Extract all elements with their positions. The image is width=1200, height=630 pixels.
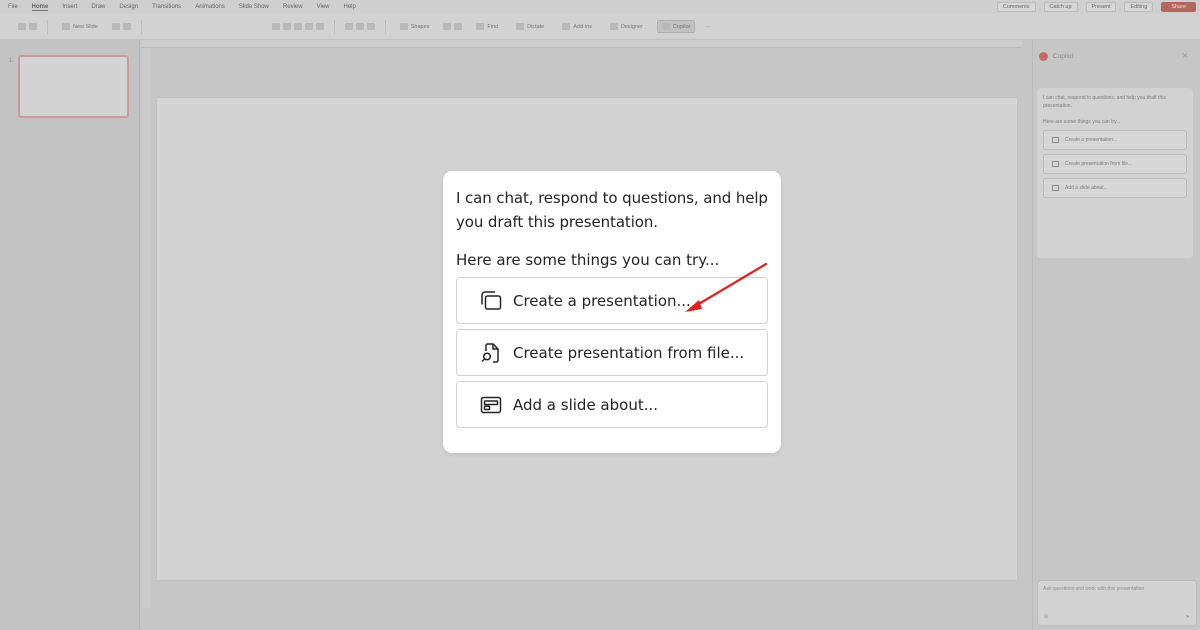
shapes-icon [399,23,408,30]
ribbon-divider [384,19,386,34]
pane-suggestion-label: Add a slide about... [1065,185,1108,191]
find-icon [476,23,485,30]
tab-design[interactable]: Design [119,4,138,10]
copilot-intro-text: I can chat, respond to questions, and he… [1043,95,1166,109]
pane-suggestion-label: Create presentation from file... [1065,161,1133,167]
suggestion-label: Create a presentation... [513,291,691,310]
tab-view[interactable]: View [317,4,330,10]
more-options-icon[interactable]: ··· [705,24,711,30]
file-search-icon [1052,161,1059,167]
vertical-ruler [142,48,150,608]
copilot-ribbon-button[interactable]: Copilot [656,20,696,33]
horizontal-ruler [142,40,1022,48]
ribbon-divider [140,19,142,34]
add-ins-button[interactable]: Add-ins [558,21,596,32]
close-icon[interactable]: ✕ [1182,52,1188,60]
chat-input-toolbar: ⊞ ➤ [1044,614,1190,620]
tab-slide-show[interactable]: Slide Show [239,4,269,10]
catch-up-button[interactable]: Catch up [1043,2,1078,12]
highlight-icon[interactable] [304,23,313,30]
slide-layout-icon [1052,185,1059,191]
tab-draw[interactable]: Draw [91,4,105,10]
clipboard-icon[interactable] [29,23,37,30]
slide-thumbnail-pane: 1 [0,40,140,630]
slide-layout-icon [478,392,504,418]
font-color-icon[interactable] [315,23,324,30]
arrange-icon[interactable] [443,23,452,30]
designer-label: Designer [620,23,643,30]
ribbon-divider [47,19,48,34]
callout-intro-text: I can chat, respond to questions, and he… [456,189,768,231]
copilot-icon [661,23,670,30]
copilot-pane: Copilot ✕ I can chat, respond to questio… [1032,40,1200,630]
slide-thumbnail[interactable] [18,55,129,118]
file-search-icon [478,340,504,366]
tab-home[interactable]: Home [31,4,49,11]
comments-button[interactable]: Comments [996,2,1036,12]
italic-icon[interactable] [282,23,291,30]
send-icon[interactable]: ➤ [1186,614,1190,620]
new-slide-label: New Slide [73,23,98,30]
bold-icon[interactable] [271,23,280,30]
suggestion-label: Add a slide about... [513,395,659,414]
picture-icon[interactable] [122,23,131,30]
copilot-logo-icon [1039,52,1048,61]
pane-suggestion-add-slide[interactable]: Add a slide about... [1043,178,1187,198]
find-label: Find [487,23,499,30]
annotation-arrow-icon [685,262,768,312]
ribbon-divider [333,19,335,34]
ribbon-toolbar: New Slide Shapes Find Dictate Add-ins De… [0,14,1200,40]
shapes-label: Shapes [410,23,430,30]
new-slide-icon [62,23,70,30]
tab-file[interactable]: File [8,4,18,10]
suggestion-label: Create presentation from file... [513,343,745,362]
prompts-icon[interactable]: ⊞ [1044,614,1048,620]
columns-icon[interactable] [366,23,375,30]
chat-input-placeholder: Ask questions and work with this present… [1043,586,1145,592]
dictate-button[interactable]: Dictate [512,21,548,32]
copilot-title: Copilot [1053,53,1074,60]
top-right-actions: Comments Catch up Present Editing Share [996,0,1196,14]
copilot-welcome-card: I can chat, respond to questions, and he… [1037,88,1193,258]
dictate-label: Dictate [527,23,545,30]
undo-icon[interactable] [18,23,26,30]
tab-review[interactable]: Review [283,4,303,10]
stacked-slides-icon [478,288,504,314]
pane-suggestion-from-file[interactable]: Create presentation from file... [1043,154,1187,174]
copilot-header: Copilot [1039,52,1073,61]
microphone-icon [516,23,525,30]
find-button[interactable]: Find [472,21,502,32]
present-button[interactable]: Present [1085,2,1117,12]
add-ins-icon [562,23,571,30]
slide-number: 1 [9,58,13,64]
tab-help[interactable]: Help [344,4,356,10]
suggestion-add-slide[interactable]: Add a slide about... [456,381,768,428]
designer-button[interactable]: Designer [606,21,647,32]
add-ins-label: Add-ins [573,23,592,30]
pane-suggestion-create-presentation[interactable]: Create a presentation... [1043,130,1187,150]
share-button[interactable]: Share [1161,2,1196,12]
copilot-try-text: Here are some things you can try... [1043,119,1121,125]
align-icon[interactable] [355,23,364,30]
copilot-label: Copilot [672,23,691,30]
tab-insert[interactable]: Insert [62,4,77,10]
new-slide-button[interactable]: New Slide [58,21,102,32]
bullets-icon[interactable] [344,23,353,30]
pane-suggestion-label: Create a presentation... [1065,137,1118,143]
layout-icon[interactable] [111,23,120,30]
editing-mode-button[interactable]: Editing [1124,2,1154,12]
tab-animations[interactable]: Animations [195,4,225,10]
underline-icon[interactable] [293,23,302,30]
suggestion-create-from-file[interactable]: Create presentation from file... [456,329,768,376]
tab-transitions[interactable]: Transitions [152,4,181,10]
shapes-button[interactable]: Shapes [396,21,434,32]
designer-icon [609,23,618,30]
fill-icon[interactable] [454,23,463,30]
stacked-slides-icon [1052,137,1059,143]
copilot-chat-input[interactable]: Ask questions and work with this present… [1037,580,1197,626]
